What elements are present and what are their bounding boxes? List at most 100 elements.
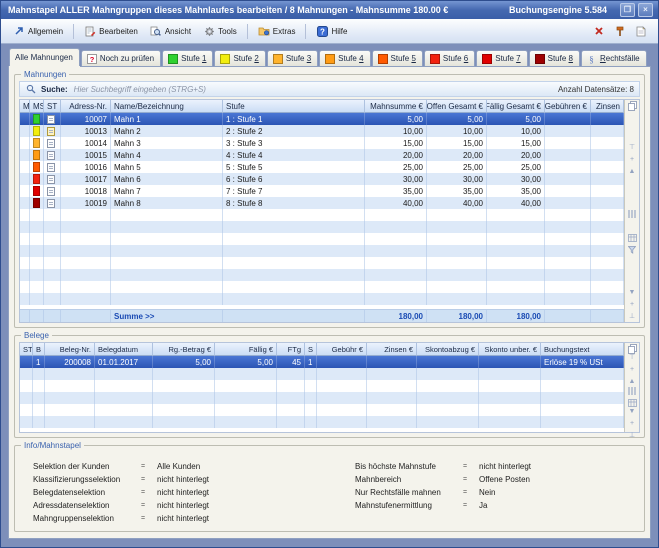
help-icon: ? bbox=[316, 26, 328, 37]
column-header-ftg[interactable]: FTg bbox=[277, 343, 305, 356]
svg-text:§: § bbox=[590, 54, 595, 64]
toolbar-separator bbox=[73, 24, 74, 39]
menu-item-ansicht[interactable]: Ansicht bbox=[145, 23, 196, 40]
stufe-color-icon bbox=[378, 54, 388, 64]
toolbar: AllgemeinBearbeitenAnsichtToolsExtras?Hi… bbox=[1, 19, 658, 44]
column-header-s[interactable]: S bbox=[305, 343, 317, 356]
mahnungen-group-label: Mahnungen bbox=[21, 70, 69, 79]
column-header-buchungstext[interactable]: Buchungstext bbox=[541, 343, 624, 356]
row-up-icon[interactable]: + bbox=[627, 365, 638, 374]
tab-noch-zu-pr-fen[interactable]: ?Noch zu prüfen bbox=[81, 50, 161, 66]
column-header-beleg-nr[interactable]: Beleg-Nr. bbox=[45, 343, 95, 356]
columns-icon[interactable] bbox=[627, 210, 638, 219]
menu-item-extras[interactable]: Extras bbox=[253, 23, 301, 40]
search-input[interactable] bbox=[72, 84, 554, 95]
stufe-color-icon bbox=[535, 54, 545, 64]
copy-icon[interactable] bbox=[627, 344, 638, 353]
scroll-bottom-icon[interactable]: ⊥ bbox=[627, 312, 638, 321]
search-icon[interactable] bbox=[627, 222, 638, 231]
column-header-mahnsumme[interactable]: Mahnsumme € bbox=[365, 100, 427, 113]
column-header-geb-hren[interactable]: Gebühren € bbox=[545, 100, 591, 113]
note-icon[interactable] bbox=[635, 25, 647, 37]
sort-up-icon[interactable]: ▲ bbox=[627, 377, 638, 386]
close-icon[interactable]: × bbox=[638, 3, 653, 17]
column-header-belegdatum[interactable]: Belegdatum bbox=[95, 343, 153, 356]
sort-up-icon[interactable]: ▲ bbox=[627, 167, 638, 176]
column-header-geb-hr[interactable]: Gebühr € bbox=[317, 343, 367, 356]
menu-item-bearbeiten[interactable]: Bearbeiten bbox=[79, 23, 143, 40]
sort-down-icon[interactable]: ▼ bbox=[627, 288, 638, 297]
grid-icon[interactable] bbox=[627, 398, 638, 407]
mahnstufe-color-icon bbox=[33, 114, 40, 124]
tab-stufe-2[interactable]: Stufe 2 bbox=[214, 50, 265, 66]
scroll-top-icon[interactable]: ⊤ bbox=[627, 353, 638, 362]
tab-label: Stufe 5 bbox=[391, 54, 416, 63]
info-value: Alle Kunden bbox=[157, 462, 200, 471]
sort-down-icon[interactable]: ▼ bbox=[627, 407, 638, 416]
tab-alle-mahnungen[interactable]: Alle Mahnungen bbox=[9, 48, 80, 66]
tab-stufe-1[interactable]: Stufe 1 bbox=[162, 50, 213, 66]
column-header-ms[interactable]: MS bbox=[30, 100, 44, 113]
filter-icon[interactable] bbox=[627, 246, 638, 255]
empty-row bbox=[20, 209, 624, 221]
column-header-m[interactable]: M bbox=[20, 100, 30, 113]
info-value: nicht hinterlegt bbox=[157, 488, 209, 497]
column-header-b[interactable]: B bbox=[33, 343, 45, 356]
column-header-offen-gesamt[interactable]: Offen Gesamt € bbox=[427, 100, 487, 113]
scroll-top-icon[interactable]: ⊤ bbox=[627, 143, 638, 152]
tab-stufe-7[interactable]: Stufe 7 bbox=[476, 50, 527, 66]
mahnung-row[interactable]: 10007Mahn 11 : Stufe 15,005,005,00 bbox=[20, 113, 624, 125]
column-header-adress-nr[interactable]: Adress-Nr. bbox=[61, 100, 111, 113]
column-header-f-llig[interactable]: Fällig € bbox=[215, 343, 277, 356]
beleg-row[interactable]: 120000801.01.20175,005,00451Erlöse 19 % … bbox=[20, 356, 624, 368]
scroll-bottom-icon[interactable]: ⊥ bbox=[627, 431, 638, 440]
tab-stufe-4[interactable]: Stufe 4 bbox=[319, 50, 370, 66]
mahnung-row[interactable]: 10017Mahn 66 : Stufe 630,0030,0030,00 bbox=[20, 173, 624, 185]
info-value: nicht hinterlegt bbox=[157, 514, 209, 523]
copy-icon[interactable] bbox=[627, 101, 638, 110]
column-header-f-llig-gesamt[interactable]: Fällig Gesamt € bbox=[487, 100, 545, 113]
mahnung-row[interactable]: 10018Mahn 77 : Stufe 735,0035,0035,00 bbox=[20, 185, 624, 197]
row-down-icon[interactable]: + bbox=[627, 419, 638, 428]
tab-stufe-5[interactable]: Stufe 5 bbox=[372, 50, 423, 66]
grid-icon[interactable] bbox=[627, 234, 638, 243]
column-header-rg-betrag[interactable]: Rg.-Betrag € bbox=[153, 343, 215, 356]
menu-item-label: Hilfe bbox=[331, 27, 347, 36]
restore-icon[interactable]: ❐ bbox=[620, 3, 635, 17]
empty-row bbox=[20, 233, 624, 245]
column-header-skontoabzug[interactable]: Skontoabzug € bbox=[417, 343, 479, 356]
menu-item-allgemein[interactable]: Allgemein bbox=[8, 23, 68, 40]
column-header-skonto-unber[interactable]: Skonto unber. € bbox=[479, 343, 541, 356]
column-header-stufe[interactable]: Stufe bbox=[223, 100, 365, 113]
menu-item-tools[interactable]: Tools bbox=[198, 23, 242, 40]
close-red-icon[interactable] bbox=[593, 25, 605, 37]
document-icon bbox=[47, 151, 55, 160]
pin-icon[interactable] bbox=[614, 25, 626, 37]
row-down-icon[interactable]: + bbox=[627, 300, 638, 309]
mahnung-row[interactable]: 10015Mahn 44 : Stufe 420,0020,0020,00 bbox=[20, 149, 624, 161]
column-header-zinsen[interactable]: Zinsen bbox=[591, 100, 624, 113]
tab-stufe-3[interactable]: Stufe 3 bbox=[267, 50, 318, 66]
column-header-st[interactable]: ST bbox=[20, 343, 33, 356]
tab-stufe-6[interactable]: Stufe 6 bbox=[424, 50, 475, 66]
mahnung-row[interactable]: 10013Mahn 22 : Stufe 210,0010,0010,00 bbox=[20, 125, 624, 137]
column-header-name-bezeichnung[interactable]: Name/Bezeichnung bbox=[111, 100, 223, 113]
belege-group-label: Belege bbox=[21, 331, 52, 340]
empty-row bbox=[20, 281, 624, 293]
tab-label: Stufe 6 bbox=[443, 54, 468, 63]
mahnung-row[interactable]: 10014Mahn 33 : Stufe 315,0015,0015,00 bbox=[20, 137, 624, 149]
menu-item-hilfe[interactable]: ?Hilfe bbox=[311, 23, 352, 40]
column-header-zinsen[interactable]: Zinsen € bbox=[367, 343, 417, 356]
mahnungen-table: MMSSTAdress-Nr.Name/BezeichnungStufeMahn… bbox=[20, 100, 624, 322]
column-header-st[interactable]: ST bbox=[44, 100, 61, 113]
mahnung-row[interactable]: 10019Mahn 88 : Stufe 840,0040,0040,00 bbox=[20, 197, 624, 209]
tab-rechtsf-lle[interactable]: §Rechtsfälle bbox=[581, 50, 647, 66]
columns-icon[interactable] bbox=[627, 386, 638, 395]
info-row: Selektion der Kunden=Alle Kunden bbox=[33, 460, 355, 473]
mahnstufe-color-icon bbox=[33, 198, 40, 208]
mahnung-row[interactable]: 10016Mahn 55 : Stufe 525,0025,0025,00 bbox=[20, 161, 624, 173]
document-icon bbox=[47, 139, 55, 148]
row-up-icon[interactable]: + bbox=[627, 155, 638, 164]
tab-stufe-8[interactable]: Stufe 8 bbox=[529, 50, 580, 66]
info-value: nicht hinterlegt bbox=[479, 462, 531, 471]
